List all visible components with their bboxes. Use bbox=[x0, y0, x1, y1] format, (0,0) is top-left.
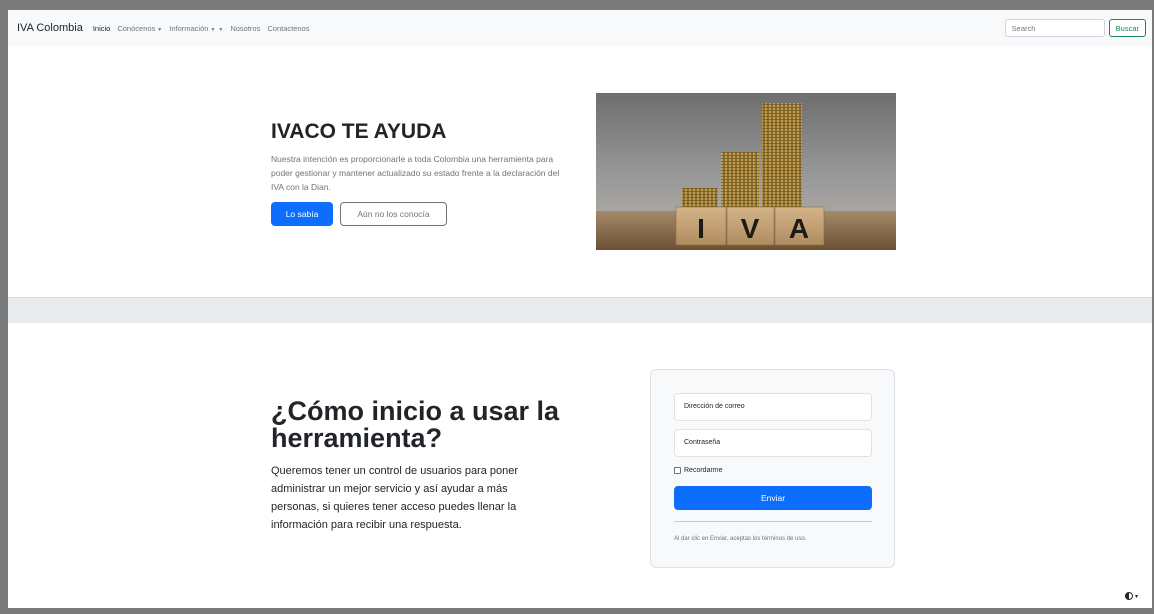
hero-title: IVACO TE AYUDA bbox=[271, 120, 447, 143]
block-letter-1: I bbox=[697, 213, 705, 244]
block-letter-3: A bbox=[789, 213, 809, 244]
caret-down-icon: ▼ bbox=[157, 26, 163, 33]
caret-down-icon: ▼ bbox=[218, 26, 224, 33]
coin-stack-2 bbox=[721, 152, 759, 208]
brand-logo[interactable]: IVA Colombia bbox=[17, 22, 83, 34]
hero-description: Nuestra intención es proporcionarle a to… bbox=[271, 154, 560, 192]
iva-coins-illustration: I V A bbox=[596, 93, 896, 250]
hero-image-iva-coins: I V A bbox=[596, 93, 896, 250]
password-field[interactable]: Contraseña bbox=[674, 429, 872, 457]
signup-description: Queremos tener un control de usuarios pa… bbox=[271, 465, 519, 531]
lo-sabia-button[interactable]: Lo sabía bbox=[271, 202, 333, 226]
nav-dropdown-informacion-label: Información bbox=[169, 23, 209, 33]
caret-down-icon: ▼ bbox=[210, 26, 216, 33]
search-button[interactable]: Buscar bbox=[1108, 19, 1146, 37]
nav-dropdown-conocenos[interactable]: Conócenos ▼ bbox=[117, 24, 162, 33]
remember-me-label: Recordarme bbox=[684, 467, 723, 474]
theme-toggle-button[interactable]: ▾ bbox=[1124, 592, 1138, 600]
navbar: IVA Colombia Inicio Conócenos ▼ Informaci… bbox=[8, 10, 1152, 46]
block-letter-2: V bbox=[741, 213, 760, 244]
nav-link-contactenos[interactable]: Contactenos bbox=[267, 24, 309, 33]
terms-text: Al dar clic en Enviar, aceptas los térmi… bbox=[674, 536, 807, 542]
nav-link-nosotros[interactable]: Nosotros bbox=[230, 24, 260, 33]
section-divider-band bbox=[8, 297, 1152, 323]
form-divider bbox=[674, 521, 872, 522]
browser-viewport: IVA Colombia Inicio Conócenos ▼ Informaci… bbox=[8, 10, 1152, 608]
signup-title: ¿Cómo inicio a usar la herramienta? bbox=[271, 396, 560, 453]
coin-stack-1 bbox=[682, 188, 718, 208]
coin-stack-3 bbox=[762, 103, 802, 208]
search-input[interactable] bbox=[1004, 19, 1105, 37]
half-circle-icon bbox=[1124, 592, 1133, 600]
enviar-button[interactable]: Enviar bbox=[674, 486, 872, 510]
nav-dropdown-informacion[interactable]: Información ▼ ▼ bbox=[169, 24, 223, 33]
chevron-down-icon: ▾ bbox=[1134, 593, 1138, 600]
aun-no-los-conocia-button[interactable]: Aún no los conocía bbox=[340, 202, 447, 226]
signup-form-card: Dirección de correo Contraseña Recordarm… bbox=[650, 369, 895, 568]
email-field[interactable]: Dirección de correo bbox=[674, 393, 872, 421]
nav-dropdown-conocenos-label: Conócenos bbox=[117, 23, 156, 33]
remember-me-checkbox[interactable] bbox=[674, 467, 681, 474]
remember-me-row[interactable]: Recordarme bbox=[674, 467, 723, 474]
nav-link-inicio[interactable]: Inicio bbox=[93, 24, 111, 33]
